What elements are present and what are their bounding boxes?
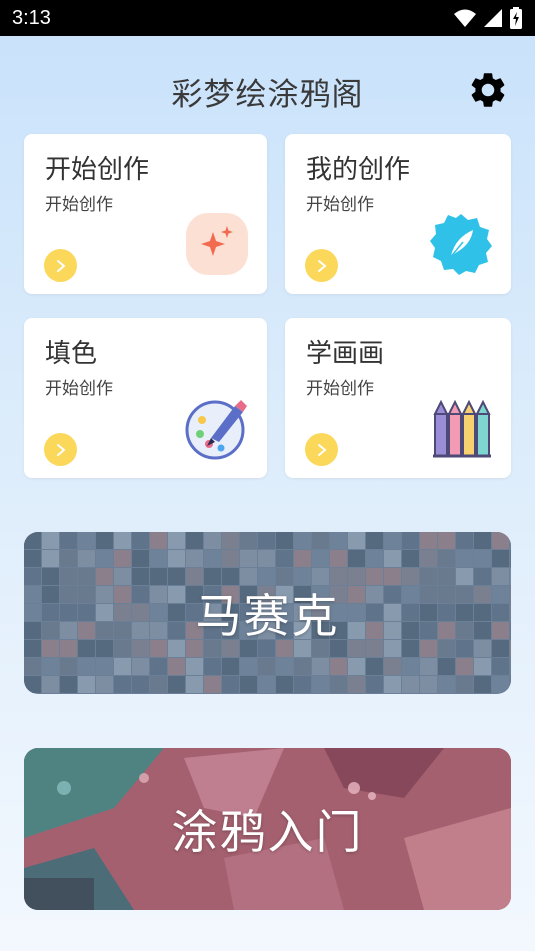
signal-icon	[484, 9, 502, 27]
banner-mosaic[interactable]: 马赛克	[24, 532, 511, 694]
chevron-right-icon	[317, 443, 327, 456]
settings-button[interactable]	[466, 68, 510, 112]
card-title: 我的创作	[306, 155, 411, 185]
app-title: 彩梦绘涂鸦阁	[171, 77, 364, 113]
status-bar: 3:13	[0, 0, 535, 36]
sparkle-icon	[186, 213, 248, 275]
gear-icon	[471, 73, 505, 107]
card-go-button[interactable]	[305, 433, 338, 466]
card-start-creating[interactable]: 开始创作 开始创作	[24, 134, 267, 294]
card-subtitle: 开始创作	[45, 195, 113, 215]
card-title: 填色	[45, 339, 98, 369]
card-coloring[interactable]: 填色 开始创作	[24, 318, 267, 478]
chevron-right-icon	[317, 259, 327, 272]
card-subtitle: 开始创作	[306, 195, 374, 215]
crayons-icon	[433, 399, 491, 458]
battery-icon	[510, 7, 522, 29]
banner-label: 马赛克	[195, 589, 340, 643]
card-title: 开始创作	[45, 155, 150, 185]
status-time: 3:13	[12, 6, 51, 29]
card-go-button[interactable]	[44, 249, 77, 282]
card-my-works[interactable]: 我的创作 开始创作	[285, 134, 511, 294]
card-subtitle: 开始创作	[45, 379, 113, 399]
card-title: 学画画	[306, 339, 385, 369]
card-learn-drawing[interactable]: 学画画 开始创作	[285, 318, 511, 478]
banner-graffiti[interactable]: 涂鸦入门	[24, 748, 511, 910]
palette-icon	[185, 400, 247, 460]
app-bar: 彩梦绘涂鸦阁	[0, 36, 535, 136]
card-go-button[interactable]	[305, 249, 338, 282]
chevron-right-icon	[56, 443, 66, 456]
card-go-button[interactable]	[44, 433, 77, 466]
status-icons	[453, 7, 523, 29]
banner-label: 涂鸦入门	[171, 805, 364, 859]
chevron-right-icon	[56, 259, 66, 272]
card-subtitle: 开始创作	[306, 379, 374, 399]
feather-badge-icon	[430, 214, 492, 275]
wifi-icon	[454, 9, 476, 27]
